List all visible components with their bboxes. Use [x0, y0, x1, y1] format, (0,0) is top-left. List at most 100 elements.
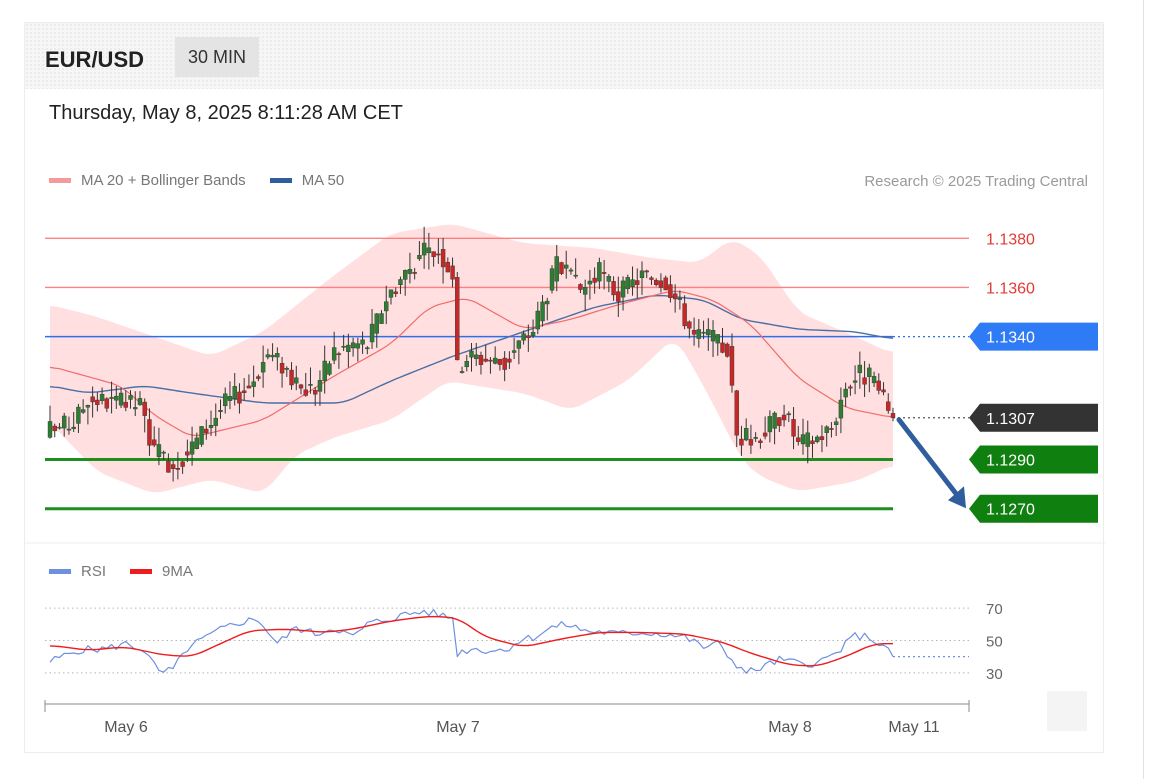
candle-bear	[848, 386, 853, 389]
rsi-level-label: 30	[986, 666, 1003, 683]
candle-bear	[455, 277, 460, 361]
candle-bull	[511, 350, 517, 353]
candle-bear	[298, 384, 304, 389]
candle-bull	[128, 395, 133, 400]
candle-bull	[350, 342, 356, 349]
candle-bull	[516, 340, 522, 349]
candle-bear	[393, 291, 398, 294]
candle-bull	[701, 331, 706, 334]
candle-bull	[407, 268, 413, 274]
candle-bull	[360, 339, 365, 345]
candle-bear	[175, 468, 181, 470]
candle-bull	[355, 343, 361, 349]
candle-bull	[346, 344, 351, 352]
candle-bear	[445, 261, 451, 273]
level-label: 1.1307	[986, 411, 1035, 428]
candle-bear	[256, 376, 261, 379]
candle-bull	[275, 353, 280, 358]
candle-bull	[871, 376, 877, 384]
candle-bull	[218, 410, 223, 412]
candle-bull	[743, 428, 749, 441]
candle-bull	[417, 255, 422, 260]
candle-bull	[857, 364, 863, 374]
candle-bear	[796, 437, 801, 442]
candle-bull	[573, 274, 578, 277]
candle-bear	[734, 390, 739, 436]
candle-bull	[582, 287, 588, 295]
candle-bull	[260, 362, 266, 373]
candle-bull	[223, 393, 228, 407]
candle-bull	[109, 397, 114, 399]
candle-bull	[459, 371, 465, 373]
candle-bear	[663, 277, 668, 291]
candle-bear	[616, 291, 621, 302]
candle-bull	[469, 350, 474, 358]
candle-bull	[521, 333, 526, 341]
candle-bear	[829, 428, 834, 430]
date-label: May 6	[104, 719, 148, 736]
level-label: 1.1270	[986, 502, 1035, 519]
time-axis: May 6 May 7 May 8 May 11	[44, 691, 1087, 736]
candle-bull	[706, 329, 711, 336]
candle-bear	[729, 346, 735, 386]
candle-bear	[488, 359, 493, 362]
candle-bear	[431, 251, 436, 257]
candle-bull	[843, 388, 848, 398]
candle-bear	[478, 355, 484, 365]
candle-bull	[118, 392, 124, 406]
candle-bull	[625, 277, 630, 290]
candle-bull	[80, 409, 86, 413]
candle-bear	[166, 460, 171, 473]
candle-bull	[213, 417, 218, 426]
candle-bull	[800, 434, 806, 445]
candle-bull	[137, 398, 143, 405]
date-label: May 8	[768, 719, 812, 736]
candle-bull	[161, 451, 166, 454]
candle-bear	[601, 272, 607, 274]
candle-bear	[748, 439, 754, 446]
level-label: 1.1290	[986, 453, 1035, 470]
candle-bear	[180, 461, 185, 467]
candle-bull	[284, 367, 289, 370]
candle-bear	[526, 335, 531, 338]
price-chart[interactable]: 1.1380 1.1360 1.1340 1.1307 1.1290 1.1270 70 5…	[25, 23, 1105, 754]
candle-bear	[336, 353, 342, 356]
candle-bull	[805, 432, 810, 447]
candle-bull	[786, 413, 792, 416]
candle-bear	[739, 438, 744, 446]
candle-bull	[630, 279, 635, 288]
candle-bull	[838, 399, 844, 419]
candle-bear	[147, 419, 152, 446]
candle-bull	[852, 380, 858, 383]
candle-bull	[331, 347, 337, 361]
candle-bear	[497, 358, 503, 365]
candle-bull	[365, 347, 370, 350]
candle-bull	[867, 367, 872, 377]
candle-bear	[862, 377, 867, 385]
candle-bull	[772, 412, 777, 429]
candle-bear	[781, 414, 787, 421]
candle-bear	[151, 439, 157, 446]
candle-bear	[104, 398, 110, 409]
candle-bull	[199, 426, 204, 445]
candle-bear	[90, 396, 95, 403]
page-divider	[1143, 0, 1144, 779]
candle-bull	[833, 421, 839, 425]
candle-bear	[303, 389, 308, 396]
candle-bull	[208, 425, 214, 428]
candle-bear	[123, 401, 128, 408]
candle-bull	[402, 270, 408, 280]
candle-bear	[185, 451, 190, 456]
rsi-level-label: 70	[986, 601, 1003, 618]
candle-bull	[492, 357, 498, 364]
candle-bull	[677, 297, 683, 300]
candle-bear	[658, 280, 664, 288]
candle-bull	[426, 247, 432, 254]
candle-bull	[388, 289, 394, 298]
candle-bear	[95, 399, 100, 405]
forecast-arrow	[896, 417, 961, 499]
candle-bear	[810, 440, 815, 445]
candle-bear	[777, 417, 782, 426]
candle-bull	[398, 279, 403, 286]
candle-bull	[587, 280, 593, 285]
